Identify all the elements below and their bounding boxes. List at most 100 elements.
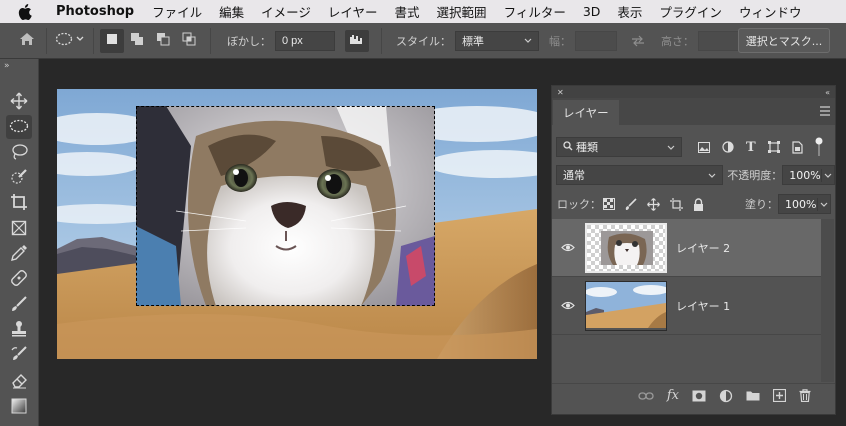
history-brush-tool[interactable] — [6, 343, 32, 367]
new-layer-icon[interactable] — [773, 389, 786, 402]
eraser-tool[interactable] — [6, 369, 32, 393]
layer-name[interactable]: レイヤー 2 — [676, 240, 730, 256]
panel-menu-icon[interactable] — [819, 106, 831, 119]
new-selection-button[interactable] — [100, 28, 124, 53]
menu-3d[interactable]: 3D — [583, 4, 601, 19]
gradient-tool[interactable] — [6, 395, 32, 419]
crop-tool[interactable] — [6, 191, 32, 215]
add-mask-icon[interactable] — [692, 390, 706, 402]
new-selection-icon — [106, 33, 118, 48]
link-layers-icon[interactable] — [638, 391, 654, 401]
home-button[interactable] — [8, 26, 46, 56]
style-select[interactable]: 標準 — [455, 30, 539, 51]
healing-brush-tool[interactable] — [6, 267, 32, 291]
menu-select[interactable]: 選択範囲 — [437, 2, 487, 21]
bandage-icon — [10, 269, 28, 290]
lock-position-icon[interactable] — [647, 197, 660, 211]
menu-bar: Photoshop ファイル 編集 イメージ レイヤー 書式 選択範囲 フィルタ… — [0, 0, 846, 23]
collapse-toolbar-icon[interactable]: » — [4, 61, 10, 71]
chevron-down-icon — [524, 34, 532, 47]
menu-type[interactable]: 書式 — [395, 2, 420, 21]
add-layer-style-button[interactable]: fx — [667, 388, 679, 403]
lock-row: ロック： 塗り： 100% — [552, 193, 835, 215]
menu-window[interactable]: ウィンドウ — [739, 2, 802, 21]
fill-field[interactable]: 100% — [778, 194, 831, 214]
anti-alias-icon — [349, 33, 365, 48]
stamp-icon — [10, 320, 28, 341]
add-to-selection-button[interactable] — [124, 29, 150, 53]
tab-layers[interactable]: レイヤー — [553, 100, 619, 125]
menu-view[interactable]: 表示 — [617, 2, 642, 21]
brush-tool[interactable] — [6, 293, 32, 317]
lock-image-pixels-icon[interactable] — [625, 198, 637, 210]
filter-pixel-layer-icon[interactable] — [698, 141, 710, 153]
menu-layer[interactable]: レイヤー — [328, 2, 378, 21]
lock-artboard-icon[interactable] — [670, 197, 683, 211]
feather-input[interactable] — [275, 30, 335, 51]
marching-ants-selection[interactable] — [136, 106, 435, 306]
frame-tool[interactable] — [6, 217, 32, 241]
menu-plugins[interactable]: プラグイン — [659, 2, 722, 21]
menu-image[interactable]: イメージ — [261, 2, 311, 21]
layers-footer: fx — [552, 383, 835, 407]
lasso-tool[interactable] — [6, 141, 32, 165]
elliptical-marquee-tool[interactable] — [6, 115, 32, 139]
height-input[interactable] — [698, 30, 740, 51]
style-value: 標準 — [462, 34, 484, 48]
filter-adjustment-layer-icon[interactable] — [722, 141, 734, 153]
crop-icon — [10, 193, 28, 214]
filter-shape-layer-icon[interactable] — [767, 141, 780, 153]
quick-selection-icon — [10, 168, 28, 189]
subtract-from-selection-button[interactable] — [150, 29, 176, 53]
menu-edit[interactable]: 編集 — [219, 2, 244, 21]
layers-panel: ✕ « レイヤー 種類 T 通常 不透明度： 100% ロック： 塗り： 100… — [551, 85, 836, 415]
lock-transparent-pixels-icon[interactable] — [603, 198, 615, 210]
swap-dimensions-icon[interactable] — [631, 35, 645, 47]
width-input[interactable] — [575, 30, 617, 51]
close-panel-icon[interactable]: ✕ — [557, 88, 564, 97]
layers-scrollbar[interactable] — [821, 219, 834, 382]
quick-selection-tool[interactable] — [6, 166, 32, 190]
layer-thumbnail — [585, 280, 667, 331]
tool-preset-picker[interactable] — [47, 26, 93, 56]
move-tool[interactable] — [6, 90, 32, 114]
intersect-selection-button[interactable] — [176, 29, 202, 53]
new-adjustment-layer-icon[interactable] — [719, 389, 733, 403]
lock-all-icon[interactable] — [693, 197, 704, 211]
document-canvas[interactable] — [57, 89, 537, 359]
chevron-down-icon — [821, 168, 832, 182]
brush-icon — [10, 295, 28, 316]
eyedropper-tool[interactable] — [6, 242, 32, 266]
new-group-icon[interactable] — [746, 390, 760, 401]
frame-icon — [11, 220, 27, 239]
layer-row-layer-2[interactable]: レイヤー 2 — [552, 219, 822, 277]
anti-alias-toggle[interactable] — [345, 29, 369, 52]
filter-smart-object-icon[interactable] — [792, 140, 803, 154]
filter-kind-select[interactable]: 種類 — [556, 137, 682, 157]
opacity-field[interactable]: 100% — [782, 165, 835, 185]
menu-file[interactable]: ファイル — [152, 2, 202, 21]
search-icon — [563, 140, 573, 154]
select-and-mask-button[interactable]: 選択とマスク... — [738, 28, 830, 53]
visibility-eye-icon[interactable] — [552, 243, 584, 252]
app-name[interactable]: Photoshop — [56, 4, 134, 19]
filter-row: 種類 T — [552, 134, 835, 160]
menu-filter[interactable]: フィルター — [504, 2, 566, 21]
delete-layer-icon[interactable] — [799, 389, 811, 402]
layer-row-layer-1[interactable]: レイヤー 1 — [552, 277, 822, 335]
clone-stamp-tool[interactable] — [6, 318, 32, 342]
filter-toggle-icon[interactable] — [815, 137, 823, 157]
gradient-icon — [11, 398, 27, 417]
options-bar: ぼかし： スタイル： 標準 幅： 高さ： 選択とマスク... — [0, 23, 846, 59]
style-label: スタイル： — [396, 34, 451, 48]
collapse-panel-icon[interactable]: « — [825, 88, 830, 97]
divider — [93, 27, 94, 54]
blend-mode-select[interactable]: 通常 — [556, 165, 724, 185]
history-brush-icon — [10, 345, 28, 366]
filter-type-layer-icon[interactable]: T — [746, 140, 756, 155]
layer-name[interactable]: レイヤー 1 — [676, 298, 730, 314]
move-icon — [10, 92, 28, 113]
lasso-icon — [10, 143, 28, 164]
apple-icon[interactable] — [18, 3, 34, 20]
visibility-eye-icon[interactable] — [552, 301, 584, 310]
